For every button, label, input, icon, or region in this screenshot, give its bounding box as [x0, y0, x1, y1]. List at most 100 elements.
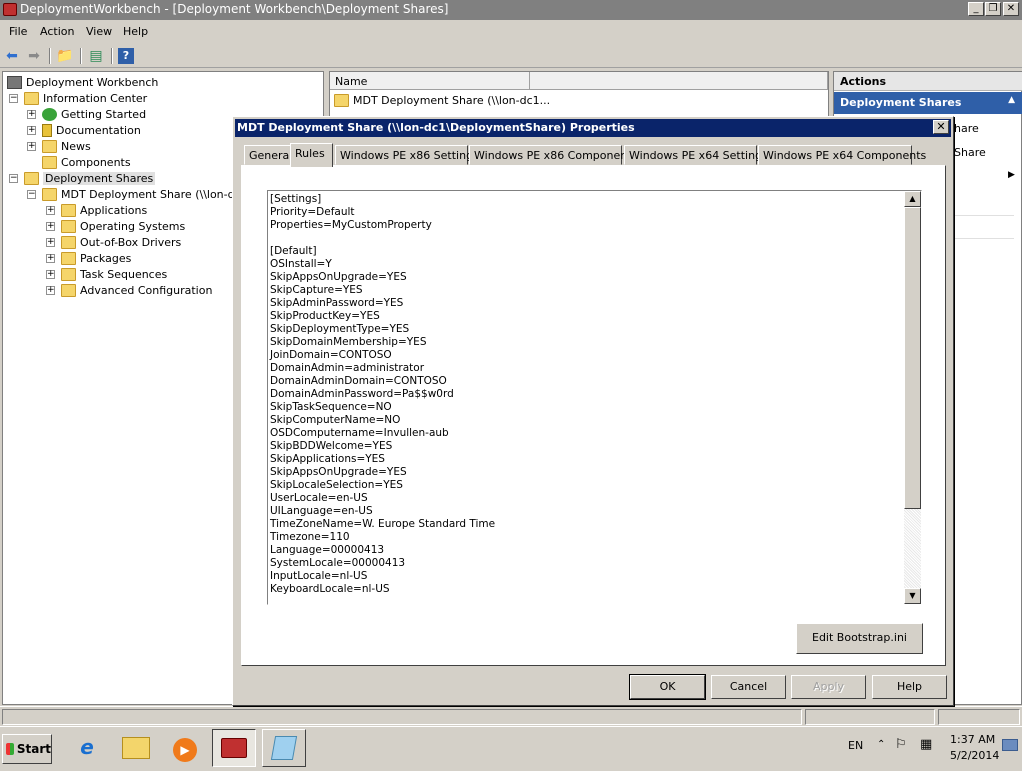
expand-icon[interactable]: + — [27, 125, 36, 135]
tree-node-mdt-share[interactable]: − MDT Deployment Share (\\lon-dc1\D — [27, 186, 260, 202]
collapse-icon[interactable]: − — [9, 93, 18, 103]
main-title-bar[interactable]: DeploymentWorkbench - [Deployment Workbe… — [0, 0, 1022, 20]
workbench-taskbar-button[interactable] — [212, 729, 256, 767]
tree-node-operating-systems[interactable]: + Operating Systems — [46, 218, 185, 234]
submenu-arrow-icon[interactable]: ▶ — [1008, 170, 1015, 180]
notepad-icon[interactable] — [262, 729, 306, 767]
rules-scrollbar[interactable]: ▲ ▼ — [904, 191, 921, 604]
actions-section-deployment-shares[interactable]: Deployment Shares ▲ — [834, 92, 1022, 114]
tree-node-components[interactable]: Components — [27, 154, 131, 170]
minimize-button[interactable]: _ — [968, 2, 984, 16]
app-icon — [3, 3, 17, 16]
ok-button[interactable]: OK — [629, 674, 706, 700]
ie-icon[interactable]: e — [65, 729, 109, 767]
expand-icon[interactable]: + — [46, 205, 55, 215]
explorer-icon[interactable] — [114, 729, 158, 767]
tree-node-applications[interactable]: + Applications — [46, 202, 147, 218]
tree-node-advanced-configuration[interactable]: + Advanced Configuration — [46, 282, 212, 298]
tree-node-information-center[interactable]: − Information Center — [9, 90, 147, 106]
tree-node-documentation[interactable]: + Documentation — [27, 122, 141, 138]
start-label: Start — [16, 742, 51, 756]
maximize-button[interactable]: ❐ — [985, 2, 1001, 16]
action-item[interactable]: hare — [954, 122, 979, 135]
taskbar: Start e ▶ EN ⌃ ⚐ ▦ 1:37 AM 5/2/2014 — [0, 726, 1022, 768]
toolbar-separator — [80, 48, 82, 64]
clock-time[interactable]: 1:37 AM — [950, 733, 995, 746]
tab-winpe-x86-components[interactable]: Windows PE x86 Components — [469, 145, 637, 165]
share-folder-icon — [334, 93, 349, 107]
tab-winpe-x64-settings[interactable]: Windows PE x64 Settings — [624, 145, 768, 165]
clock-date[interactable]: 5/2/2014 — [950, 749, 999, 762]
menu-view[interactable]: View — [86, 25, 112, 38]
export-list-icon[interactable]: ▤ — [87, 47, 105, 65]
network-icon[interactable]: ▦ — [920, 737, 932, 752]
menu-action[interactable]: Action — [40, 25, 74, 38]
rules-textarea[interactable]: [Settings] Priority=Default Properties=M… — [267, 190, 922, 605]
help-icon[interactable]: ? — [118, 48, 134, 64]
tree-node-task-sequences[interactable]: + Task Sequences — [46, 266, 167, 282]
task-sequences-folder-icon — [61, 267, 76, 281]
collapse-icon[interactable]: − — [27, 189, 36, 199]
expand-icon[interactable]: + — [46, 269, 55, 279]
status-pane — [805, 709, 935, 725]
expand-icon[interactable]: + — [46, 237, 55, 247]
tab-winpe-x64-components[interactable]: Windows PE x64 Components — [758, 145, 926, 165]
tree-node-root[interactable]: Deployment Workbench — [7, 74, 158, 90]
expand-icon[interactable]: + — [27, 141, 36, 151]
menu-file[interactable]: File — [9, 25, 27, 38]
show-hidden-icons[interactable]: ⌃ — [877, 739, 885, 750]
apply-button[interactable]: Apply — [791, 675, 866, 699]
dialog-close-button[interactable]: ✕ — [933, 120, 949, 134]
action-item[interactable]: Share — [954, 146, 986, 159]
forward-arrow-icon[interactable]: ➡ — [25, 47, 43, 65]
action-center-flag-icon[interactable]: ⚐ — [895, 737, 907, 752]
os-folder-icon — [61, 219, 76, 233]
expand-icon[interactable]: + — [46, 253, 55, 263]
tree-label: Deployment Shares — [43, 171, 156, 185]
tree-label: MDT Deployment Share (\\lon-dc1\D — [61, 187, 260, 201]
start-button[interactable]: Start — [2, 734, 52, 764]
language-indicator[interactable]: EN — [848, 739, 863, 752]
status-pane — [938, 709, 1020, 725]
tab-rules[interactable]: Rules — [290, 143, 333, 167]
help-button[interactable]: Help — [872, 675, 947, 699]
collapse-icon[interactable]: − — [9, 173, 18, 183]
folder-icon — [24, 171, 39, 185]
divider — [954, 238, 1014, 239]
toolbar-separator — [49, 48, 51, 64]
edit-bootstrap-button[interactable]: Edit Bootstrap.ini — [796, 623, 923, 654]
tree-node-getting-started[interactable]: + Getting Started — [27, 106, 146, 122]
tree-label: Getting Started — [61, 107, 147, 121]
close-button[interactable]: ✕ — [1003, 2, 1019, 16]
media-player-icon[interactable]: ▶ — [163, 729, 207, 767]
news-folder-icon — [42, 139, 57, 153]
column-header-name[interactable]: Name — [330, 72, 530, 90]
scroll-thumb[interactable] — [904, 207, 921, 509]
expand-icon[interactable]: + — [27, 109, 36, 119]
column-header-empty[interactable] — [530, 72, 828, 90]
scroll-down-icon[interactable]: ▼ — [904, 588, 921, 604]
collapse-up-icon[interactable]: ▲ — [1008, 95, 1015, 105]
tab-winpe-x86-settings[interactable]: Windows PE x86 Settings — [335, 145, 479, 165]
tree-node-deployment-shares[interactable]: − Deployment Shares — [9, 170, 156, 186]
menu-help[interactable]: Help — [123, 25, 148, 38]
rules-text[interactable]: [Settings] Priority=Default Properties=M… — [270, 193, 904, 596]
tree-label: Components — [61, 155, 131, 169]
show-desktop-icon[interactable] — [1002, 739, 1018, 751]
expand-icon[interactable]: + — [46, 221, 55, 231]
back-arrow-icon[interactable]: ⬅ — [3, 47, 21, 65]
toolbar-separator — [111, 48, 113, 64]
scroll-up-icon[interactable]: ▲ — [904, 191, 921, 207]
tree-node-packages[interactable]: + Packages — [46, 250, 131, 266]
dialog-title-bar[interactable]: MDT Deployment Share (\\lon-dc1\Deployme… — [235, 119, 951, 137]
expand-icon[interactable]: + — [46, 285, 55, 295]
components-icon — [42, 155, 57, 169]
folder-icon — [24, 91, 39, 105]
cancel-button[interactable]: Cancel — [711, 675, 786, 699]
list-item[interactable]: MDT Deployment Share (\\lon-dc1... — [334, 92, 550, 108]
up-folder-icon[interactable]: 📁 — [56, 47, 74, 65]
tree-node-news[interactable]: + News — [27, 138, 91, 154]
tree-node-drivers[interactable]: + Out-of-Box Drivers — [46, 234, 181, 250]
tab-general[interactable]: General — [244, 145, 292, 165]
